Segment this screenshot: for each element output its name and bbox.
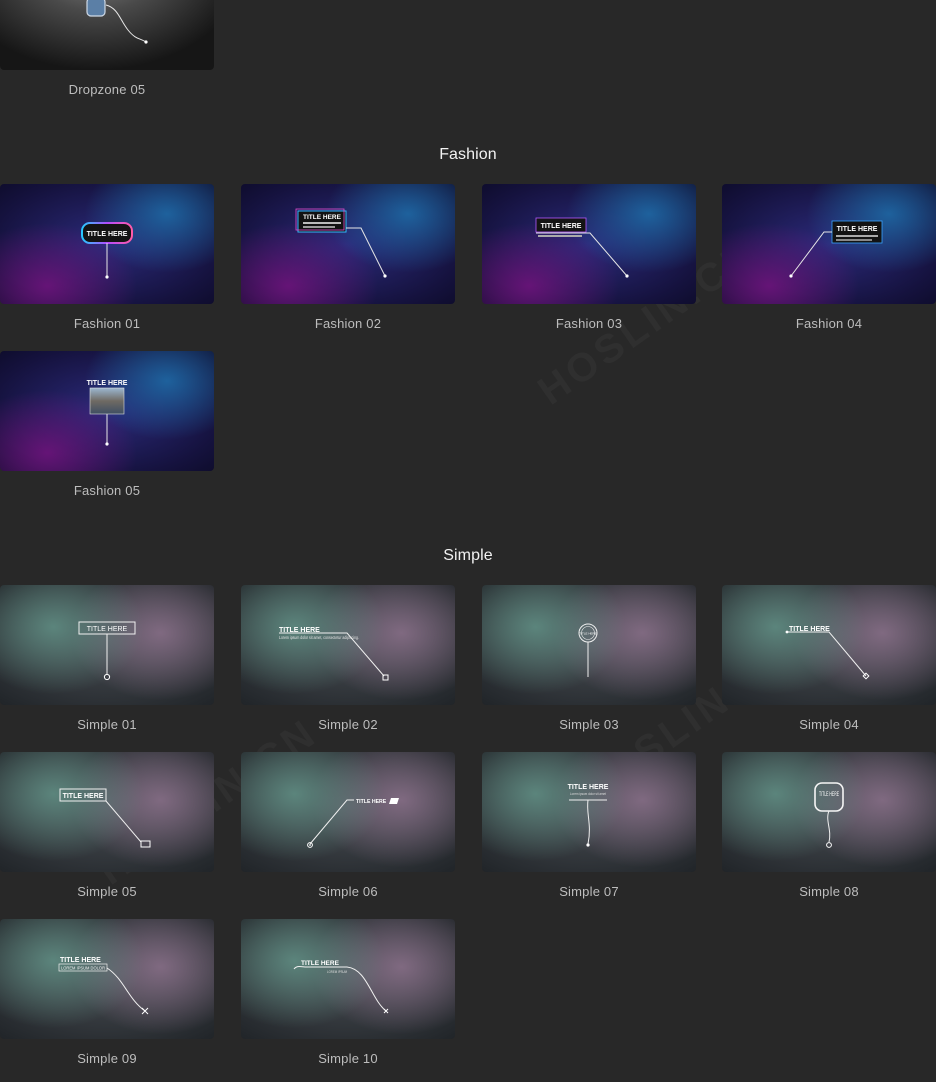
template-caption: Simple 03 [559, 717, 619, 732]
preview-subtitle-text: Lorem ipsum dolor sit amet [570, 791, 607, 796]
template-caption: Simple 01 [77, 717, 137, 732]
template-thumbnail[interactable]: TITLE HERE [0, 585, 214, 705]
template-caption: Fashion 03 [555, 316, 623, 331]
template-tile-simple-06[interactable]: TITLE HERE Simple 06 [241, 752, 455, 899]
template-caption: Simple 10 [318, 1051, 378, 1066]
simple-09-preview-graphic: TITLE HERE LOREM IPSUM DOLOR [58, 957, 149, 1015]
section-title-simple: Simple [443, 547, 493, 564]
preview-title-text: TITLE HERE [303, 214, 342, 221]
template-thumbnail[interactable]: TITLE HERE Lorem ipsum dolor sit amet, c… [241, 585, 455, 705]
dropzone-preview-graphic [86, 0, 148, 44]
template-tile-fashion-05[interactable]: TITLE HERE Fashion 05 [0, 351, 214, 498]
template-thumbnail[interactable]: TITLE HERE [0, 752, 214, 872]
simple-01-preview-graphic: TITLE HERE [78, 621, 136, 681]
template-thumbnail[interactable]: TITLE HERE LOREM IPSUM DOLOR [0, 919, 214, 1039]
template-tile-fashion-03[interactable]: TITLE HERE Fashion 03 [482, 184, 696, 331]
template-thumbnail[interactable]: TITLE HERE [0, 184, 214, 304]
simple-04-preview-graphic: TITLE HERE [785, 626, 870, 680]
template-thumbnail[interactable]: TITLE HERE [722, 585, 936, 705]
template-tile-simple-03[interactable]: TITLE HERE Simple 03 [482, 585, 696, 732]
template-tile-simple-05[interactable]: TITLE HERE Simple 05 [0, 752, 214, 899]
fashion-03-preview-graphic: TITLE HERE [535, 217, 629, 278]
simple-02-preview-graphic: TITLE HERE Lorem ipsum dolor sit amet, c… [279, 627, 389, 681]
template-thumbnail[interactable]: TITLE HERE [241, 184, 455, 304]
template-tile-dropzone-05[interactable]: Dropzone 05 [0, 0, 214, 97]
preview-title-text: TITLE HERE [301, 960, 340, 967]
template-thumbnail[interactable]: TITLE HERE [722, 752, 936, 872]
preview-title-text: TITLE HERE [60, 957, 101, 964]
preview-subtitle-text: LOREM IPSUM [327, 969, 347, 974]
template-caption: Simple 05 [77, 884, 137, 899]
section-title-fashion: Fashion [439, 146, 497, 163]
simple-03-preview-graphic: TITLE HERE [578, 623, 598, 677]
template-caption: Simple 04 [799, 717, 859, 732]
preview-title-text: TITLE HERE [87, 380, 128, 387]
fashion-02-preview-graphic: TITLE HERE [295, 208, 387, 278]
template-tile-fashion-04[interactable]: TITLE HERE Fashion 04 [722, 184, 936, 331]
template-thumbnail[interactable]: TITLE HERE Lorem ipsum dolor sit amet [482, 752, 696, 872]
template-thumbnail[interactable]: TITLE HERE [722, 184, 936, 304]
template-tile-simple-02[interactable]: TITLE HERE Lorem ipsum dolor sit amet, c… [241, 585, 455, 732]
template-tile-fashion-01[interactable]: TITLE HERE Fashion 01 [0, 184, 214, 331]
simple-06-preview-graphic: TITLE HERE [307, 798, 399, 848]
template-tile-simple-09[interactable]: TITLE HERE LOREM IPSUM DOLOR Simple 09 [0, 919, 214, 1066]
fashion-01-preview-graphic: TITLE HERE [81, 222, 133, 279]
template-tile-simple-01[interactable]: TITLE HERE Simple 01 [0, 585, 214, 732]
template-tile-fashion-02[interactable]: TITLE HERE Fashion 02 [241, 184, 455, 331]
preview-title-text: TITLE HERE [568, 784, 609, 791]
preview-title-text: TITLE HERE [87, 626, 128, 633]
template-caption: Simple 07 [559, 884, 619, 899]
simple-10-preview-graphic: TITLE HERE LOREM IPSUM [293, 960, 389, 1014]
preview-subtitle-text: LOREM IPSUM DOLOR [61, 966, 105, 971]
preview-title-text: TITLE HERE [63, 793, 104, 800]
template-tile-simple-10[interactable]: TITLE HERE LOREM IPSUM Simple 10 [241, 919, 455, 1066]
simple-08-preview-graphic: TITLE HERE [814, 782, 844, 848]
template-thumbnail[interactable]: TITLE HERE LOREM IPSUM [241, 919, 455, 1039]
template-thumbnail[interactable]: TITLE HERE [0, 351, 214, 471]
template-thumbnail[interactable]: TITLE HERE [482, 585, 696, 705]
template-tile-simple-08[interactable]: TITLE HERE Simple 08 [722, 752, 936, 899]
template-caption: Fashion 05 [73, 483, 141, 498]
template-thumbnail[interactable]: TITLE HERE [482, 184, 696, 304]
template-caption: Fashion 02 [314, 316, 382, 331]
preview-subtitle-text: Lorem ipsum dolor sit amet, consectetur … [279, 635, 359, 640]
simple-05-preview-graphic: TITLE HERE [59, 788, 151, 848]
template-tile-simple-07[interactable]: TITLE HERE Lorem ipsum dolor sit amet Si… [482, 752, 696, 899]
template-caption: Dropzone 05 [68, 82, 146, 97]
fashion-04-preview-graphic: TITLE HERE [789, 220, 883, 278]
template-tile-simple-04[interactable]: TITLE HERE Simple 04 [722, 585, 936, 732]
template-thumbnail[interactable]: TITLE HERE [241, 752, 455, 872]
fashion-05-preview-graphic: TITLE HERE [87, 380, 128, 446]
preview-title-text: TITLE HERE [819, 791, 839, 798]
template-thumbnail[interactable] [0, 0, 214, 70]
template-caption: Simple 02 [318, 717, 378, 732]
preview-title-text: TITLE HERE [356, 799, 387, 805]
template-caption: Simple 08 [799, 884, 859, 899]
preview-title-text: TITLE HERE [579, 632, 596, 636]
template-caption: Simple 06 [318, 884, 378, 899]
template-caption: Fashion 04 [795, 316, 863, 331]
template-caption: Fashion 01 [73, 316, 141, 331]
template-caption: Simple 09 [77, 1051, 137, 1066]
preview-title-text: TITLE HERE [541, 223, 582, 230]
simple-07-preview-graphic: TITLE HERE Lorem ipsum dolor sit amet [568, 784, 609, 847]
preview-title-text: TITLE HERE [87, 231, 128, 238]
preview-title-text: TITLE HERE [837, 226, 878, 233]
